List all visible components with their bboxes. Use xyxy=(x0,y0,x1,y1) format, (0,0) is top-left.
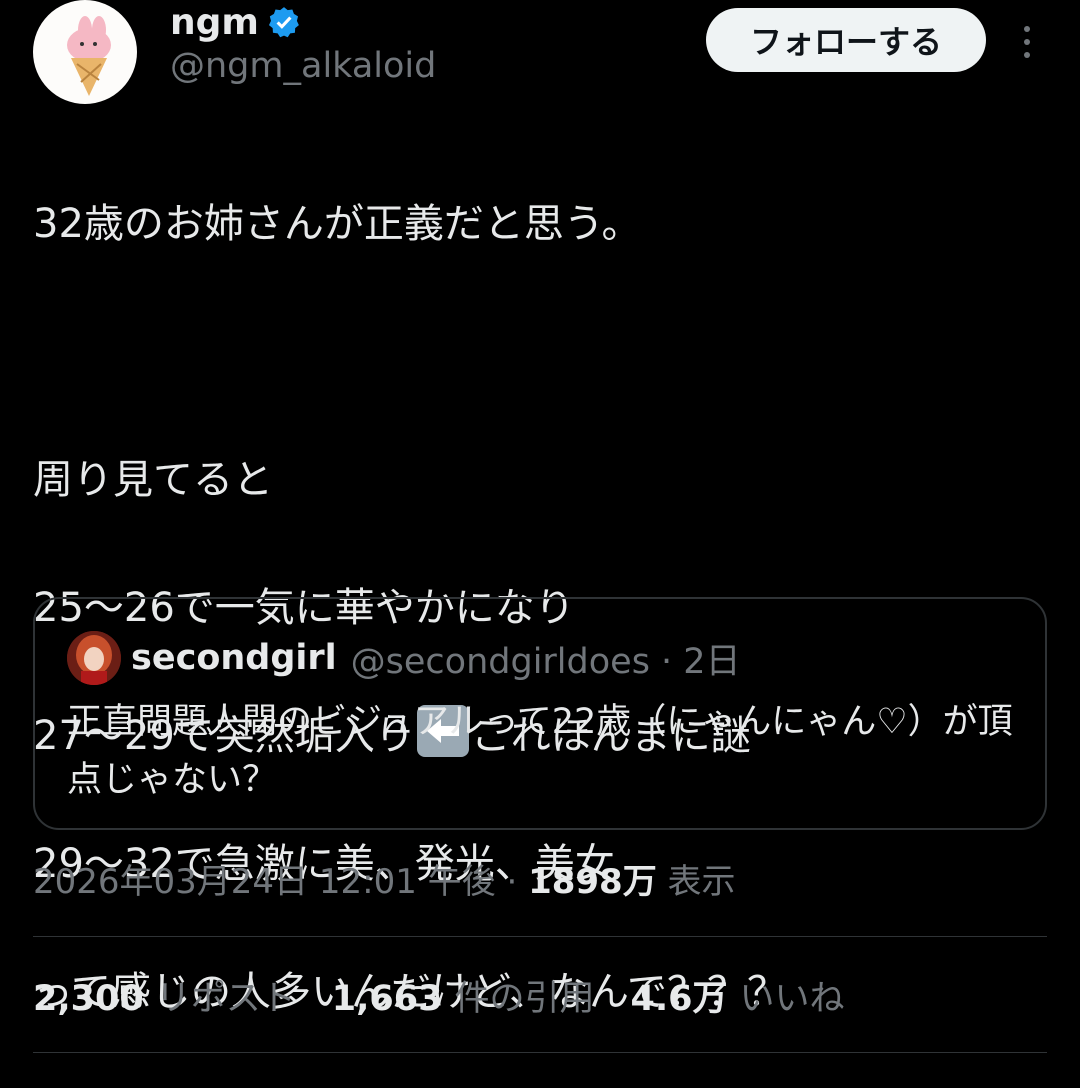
stat-reposts[interactable]: 2,300 リポスト xyxy=(33,970,296,1021)
divider xyxy=(33,936,1047,937)
tweet-meta: 2026年03月24日 12:01 午後 · 1898万 表示 xyxy=(33,854,736,903)
engagement-stats: 2,300 リポスト 1,663 件の引用 4.6万 いいね xyxy=(33,970,845,1021)
stat-quotes[interactable]: 1,663 件の引用 xyxy=(332,970,595,1021)
quoted-author-avatar[interactable] xyxy=(67,631,121,685)
stat-likes[interactable]: 4.6万 いいね xyxy=(630,970,844,1021)
bunny-icecream-icon xyxy=(67,16,111,96)
author-name-row: ngm xyxy=(170,0,301,44)
stat-count: 4.6万 xyxy=(630,979,728,1019)
more-vertical-icon[interactable] xyxy=(1012,18,1042,66)
author-avatar[interactable] xyxy=(33,0,137,104)
anime-avatar-icon xyxy=(67,631,121,685)
quoted-handle-time[interactable]: @secondgirldoes · 2日 xyxy=(351,633,741,684)
stat-label: 件の引用 xyxy=(454,979,595,1019)
quoted-text: 正直問題人間のビジュアルって22歳（にゃんにゃん♡）が頂点じゃない？ xyxy=(67,702,1013,800)
divider xyxy=(33,1052,1047,1053)
stat-count: 1,663 xyxy=(331,979,443,1019)
views-label: 表示 xyxy=(656,862,736,902)
author-display-name[interactable]: ngm xyxy=(170,2,259,43)
stat-label: リポスト xyxy=(155,979,296,1019)
quoted-header: secondgirl @secondgirldoes · 2日 xyxy=(131,631,741,685)
views-count: 1898万 xyxy=(528,862,657,902)
timestamp[interactable]: 2026年03月24日 12:01 午後 · xyxy=(33,862,528,902)
follow-button[interactable]: フォローする xyxy=(706,8,986,72)
quoted-display-name[interactable]: secondgirl xyxy=(131,638,337,678)
stat-label: いいね xyxy=(739,979,845,1019)
tweet-line: 周り見てると xyxy=(33,457,273,503)
stat-count: 2,300 xyxy=(33,979,144,1019)
verified-badge-icon xyxy=(268,7,299,38)
author-handle[interactable]: @ngm_alkaloid xyxy=(170,46,436,86)
quoted-tweet-card[interactable]: secondgirl @secondgirldoes · 2日 正直問題人間のビ… xyxy=(33,597,1047,830)
tweet-line: 32歳のお姉さんが正義だと思う。 xyxy=(33,201,642,247)
